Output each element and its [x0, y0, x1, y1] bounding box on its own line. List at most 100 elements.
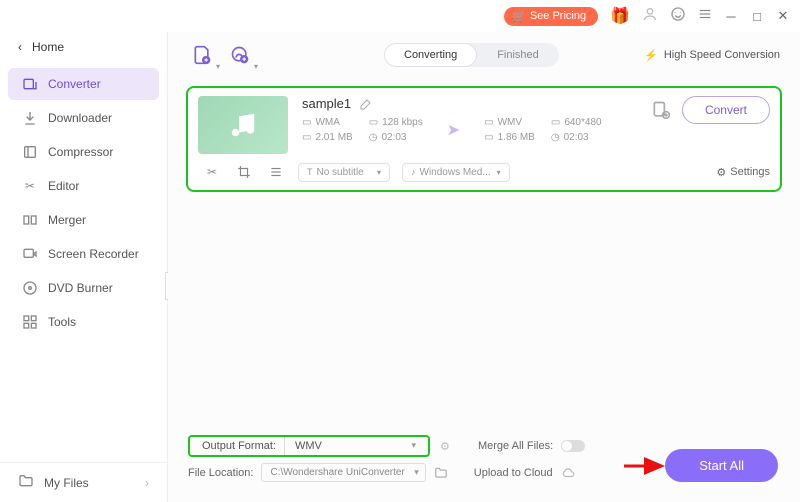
- tab-finished[interactable]: Finished: [477, 43, 559, 67]
- crop-icon[interactable]: [234, 162, 254, 182]
- disc-icon: [22, 280, 38, 296]
- sidebar-item-screen-recorder[interactable]: Screen Recorder: [8, 238, 159, 270]
- format-settings-icon[interactable]: ⚙: [438, 439, 452, 453]
- compress-icon: [22, 144, 38, 160]
- sidebar-item-label: Compressor: [48, 145, 113, 159]
- chevron-left-icon: ‹: [18, 40, 22, 54]
- chevron-down-icon: ▾: [254, 62, 258, 71]
- doc-icon: ▭: [369, 117, 378, 128]
- subtitle-value: No subtitle: [317, 167, 364, 178]
- sidebar-item-label: Converter: [48, 77, 101, 91]
- start-all-button[interactable]: Start All: [665, 449, 778, 482]
- upload-cloud-label: Upload to Cloud: [474, 467, 553, 479]
- open-folder-icon[interactable]: [434, 466, 448, 480]
- doc-icon: ▭: [484, 117, 493, 128]
- support-icon[interactable]: [670, 6, 686, 27]
- sidebar-item-editor[interactable]: ✂ Editor: [8, 170, 159, 202]
- subtitle-icon: T: [307, 167, 313, 177]
- hs-conv-label: High Speed Conversion: [664, 49, 780, 61]
- converter-icon: [22, 76, 38, 92]
- maximize-button[interactable]: □: [750, 9, 764, 23]
- high-speed-conversion-toggle[interactable]: ⚡ High Speed Conversion: [644, 49, 780, 62]
- chevron-down-icon: ▾: [216, 62, 220, 71]
- sidebar-item-label: Tools: [48, 315, 76, 329]
- gear-icon: ⚙: [716, 166, 726, 179]
- dst-duration: 02:03: [564, 132, 589, 143]
- src-duration: 02:03: [381, 132, 406, 143]
- arrow-right-icon: ➤: [447, 120, 460, 140]
- sidebar-item-merger[interactable]: Merger: [8, 204, 159, 236]
- chevron-down-icon: ▾: [497, 168, 501, 177]
- dst-size: 1.86 MB: [498, 132, 535, 143]
- home-back[interactable]: ‹ Home: [0, 32, 167, 62]
- my-files-label: My Files: [44, 476, 89, 490]
- src-size: 2.01 MB: [315, 132, 352, 143]
- lightning-icon: ⚡: [644, 49, 658, 62]
- tab-converting[interactable]: Converting: [384, 43, 477, 67]
- sidebar-item-tools[interactable]: Tools: [8, 306, 159, 338]
- sidebar-item-label: Screen Recorder: [48, 247, 139, 261]
- edit-name-icon[interactable]: [359, 97, 373, 111]
- doc-icon: ▭: [551, 117, 560, 128]
- music-note-icon: [228, 110, 258, 140]
- my-files-button[interactable]: My Files ›: [0, 462, 167, 502]
- effects-icon[interactable]: [266, 162, 286, 182]
- see-pricing-label: See Pricing: [530, 10, 586, 22]
- output-format-value[interactable]: WMV: [284, 437, 424, 455]
- output-format-selector[interactable]: Output Format: WMV: [188, 435, 430, 457]
- doc-icon: ▭: [302, 117, 311, 128]
- output-preset-icon[interactable]: [648, 97, 674, 123]
- scissors-icon: ✂: [22, 178, 38, 194]
- file-settings-button[interactable]: ⚙ Settings: [716, 166, 770, 179]
- src-format: WMA: [315, 117, 339, 128]
- audio-track-value: Windows Med...: [420, 167, 491, 178]
- doc-icon: ▭: [484, 132, 493, 143]
- file-location-value[interactable]: C:\Wondershare UniConverter: [261, 463, 425, 482]
- close-button[interactable]: ✕: [776, 9, 790, 23]
- clock-icon: ◷: [551, 132, 560, 143]
- convert-button[interactable]: Convert: [682, 96, 770, 124]
- settings-label: Settings: [730, 166, 770, 178]
- doc-icon: ▭: [302, 132, 311, 143]
- see-pricing-button[interactable]: 🛒 See Pricing: [504, 7, 598, 26]
- chevron-down-icon: ▾: [377, 168, 381, 177]
- audio-icon: ♪: [411, 167, 416, 177]
- sidebar-item-compressor[interactable]: Compressor: [8, 136, 159, 168]
- menu-icon[interactable]: [698, 7, 712, 26]
- audio-track-dropdown[interactable]: ♪ Windows Med... ▾: [402, 163, 510, 182]
- grid-icon: [22, 314, 38, 330]
- sidebar: ‹ Home Converter Downloader Compressor ✂…: [0, 32, 168, 502]
- sidebar-item-label: DVD Burner: [48, 281, 113, 295]
- gift-icon[interactable]: 🎁: [610, 6, 630, 26]
- file-card: sample1 ▭WMA ▭128 kbps ▭2.01 MB ◷02:03 ➤…: [186, 86, 782, 192]
- file-location-label: File Location:: [188, 467, 253, 479]
- output-format-label: Output Format:: [194, 437, 284, 455]
- home-label: Home: [32, 40, 64, 54]
- folder-icon: [18, 473, 34, 492]
- subtitle-dropdown[interactable]: T No subtitle ▾: [298, 163, 390, 182]
- sidebar-item-dvd-burner[interactable]: DVD Burner: [8, 272, 159, 304]
- src-bitrate: 128 kbps: [382, 117, 423, 128]
- window-titlebar: 🛒 See Pricing 🎁 ─ □ ✕: [0, 0, 800, 32]
- cart-icon: 🛒: [512, 10, 526, 23]
- add-file-button[interactable]: ▾: [188, 41, 216, 69]
- add-url-button[interactable]: ▾: [226, 41, 254, 69]
- clock-icon: ◷: [369, 132, 378, 143]
- minimize-button[interactable]: ─: [724, 9, 738, 23]
- sidebar-item-converter[interactable]: Converter: [8, 68, 159, 100]
- merge-all-toggle[interactable]: [561, 440, 585, 452]
- dst-resolution: 640*480: [564, 117, 601, 128]
- content-pane: ▾ ▾ Converting Finished ⚡ High Speed Con…: [168, 32, 800, 502]
- sidebar-item-label: Downloader: [48, 111, 112, 125]
- merge-all-label: Merge All Files:: [478, 440, 553, 452]
- file-name: sample1: [302, 96, 351, 111]
- annotation-arrow: [622, 456, 670, 476]
- status-tabs: Converting Finished: [384, 43, 559, 67]
- avatar-icon[interactable]: [642, 6, 658, 27]
- file-thumbnail[interactable]: [198, 96, 288, 154]
- cloud-icon[interactable]: [561, 466, 575, 480]
- sidebar-item-downloader[interactable]: Downloader: [8, 102, 159, 134]
- trim-icon[interactable]: ✂: [202, 162, 222, 182]
- dst-format: WMV: [498, 117, 522, 128]
- chevron-right-icon: ›: [145, 476, 149, 490]
